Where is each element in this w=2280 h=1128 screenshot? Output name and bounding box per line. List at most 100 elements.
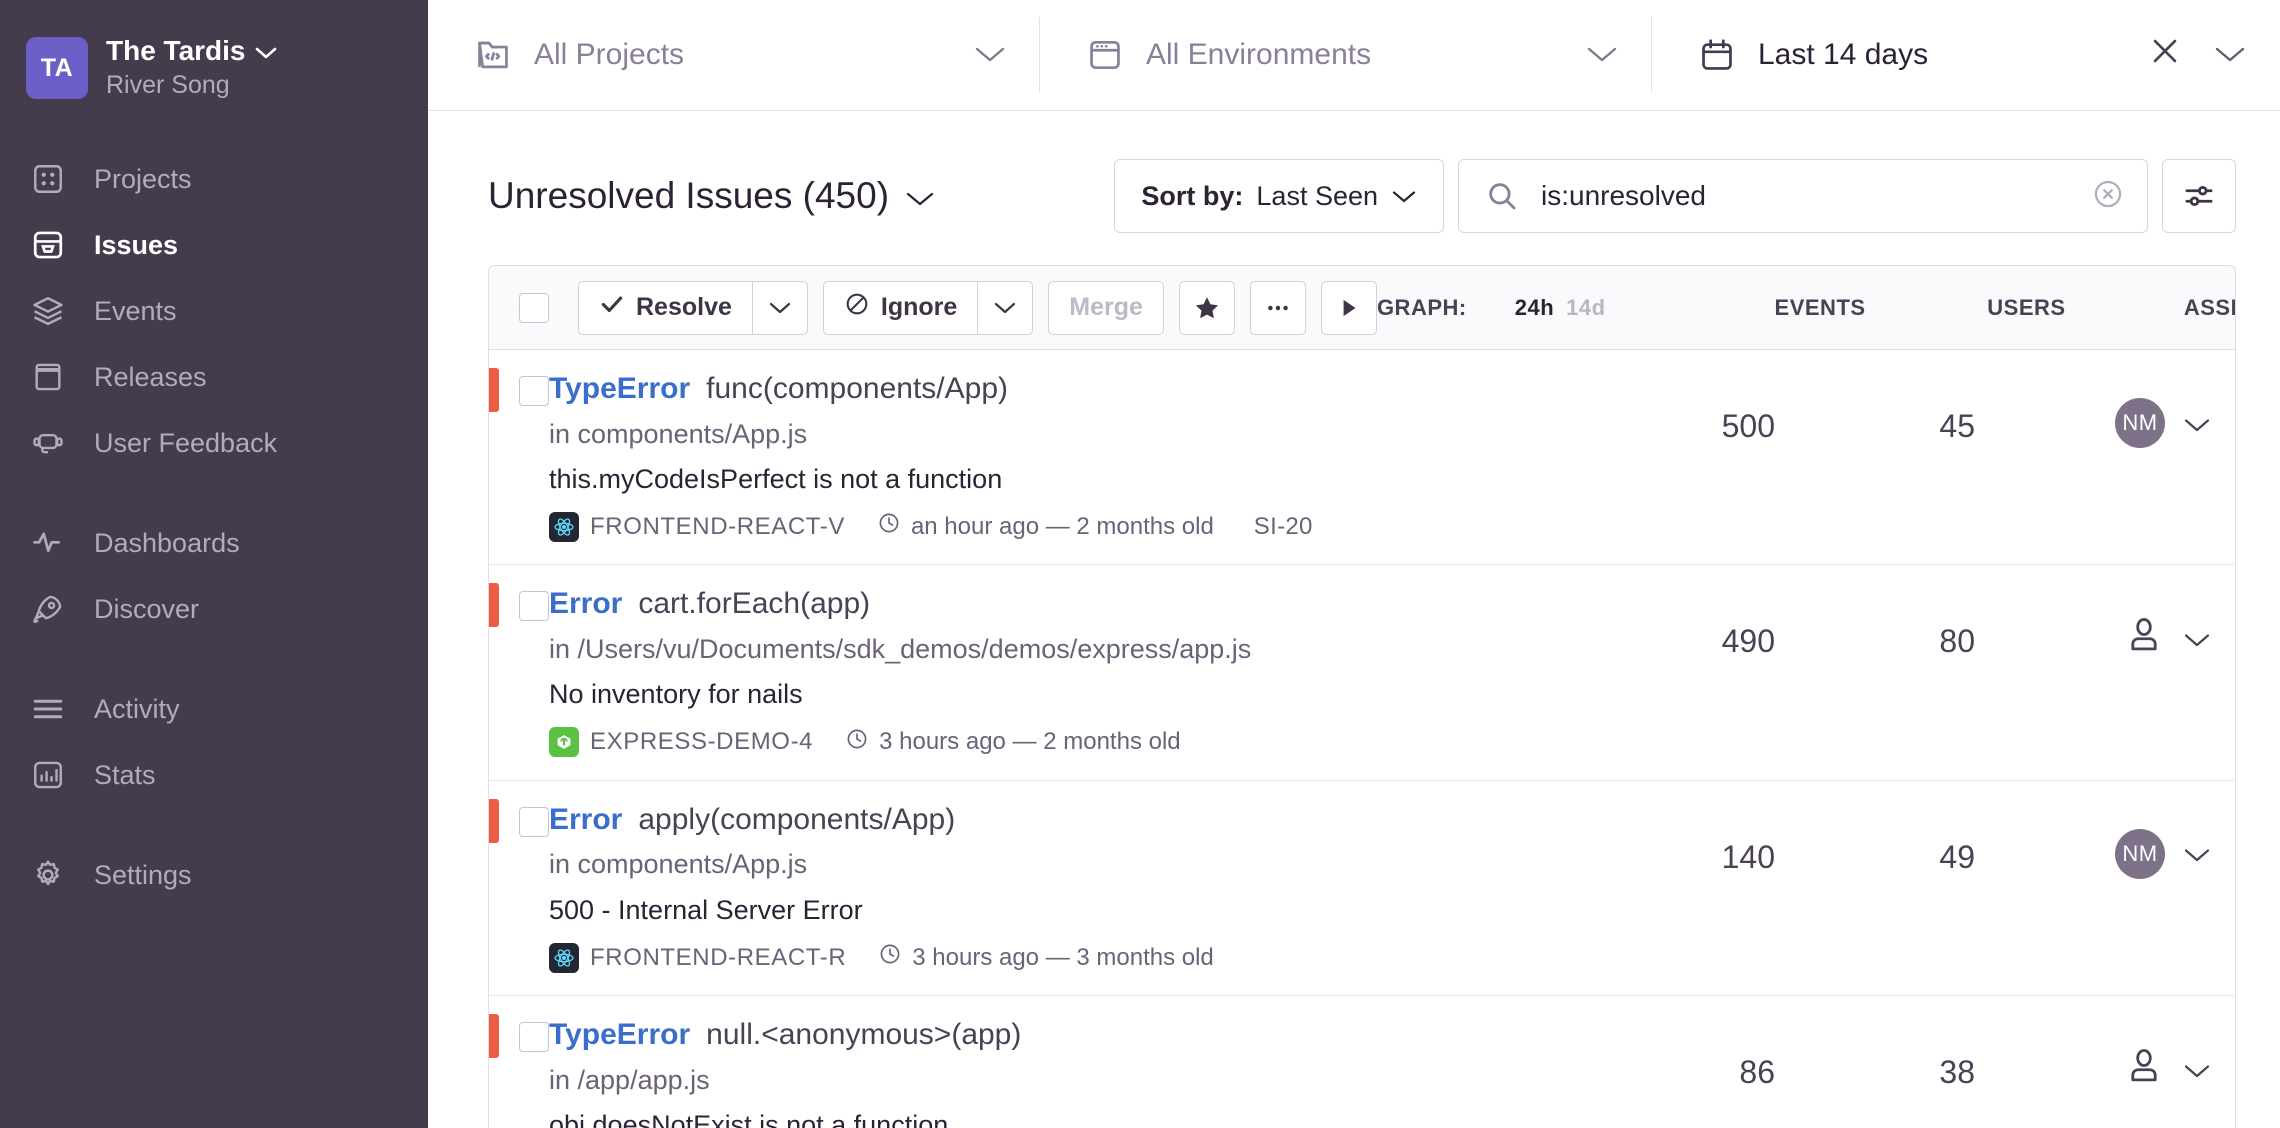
environment-selector-label: All Environments: [1146, 38, 1372, 71]
main-region: All Projects All Environments Last 14 da…: [428, 0, 2280, 1128]
resolve-dropdown-button[interactable]: [751, 280, 808, 335]
graph-label: GRAPH:: [1376, 294, 1467, 320]
issue-title[interactable]: Error cart.forEach(app): [549, 584, 1495, 625]
sidebar-item-discover[interactable]: Discover: [0, 576, 428, 642]
issue-users-count[interactable]: 45: [1775, 350, 1975, 445]
table-row[interactable]: Error cart.forEach(app) in /Users/vu/Doc…: [489, 565, 2235, 781]
avatar: NM: [2115, 398, 2165, 448]
chevron-down-icon[interactable]: [2183, 835, 2211, 872]
chevron-down-icon[interactable]: [2183, 1051, 2211, 1088]
issue-assignee[interactable]: NM: [1975, 781, 2235, 879]
table-row[interactable]: TypeError func(components/App) in compon…: [489, 350, 2235, 566]
search-input[interactable]: [1541, 180, 2069, 212]
sidebar-item-settings[interactable]: Settings: [0, 842, 428, 908]
project-badge[interactable]: FRONTEND-REACT-R: [549, 942, 846, 973]
chevron-down-icon[interactable]: [2214, 38, 2246, 72]
issue-message: No inventory for nails: [549, 679, 803, 710]
row-checkbox[interactable]: [519, 806, 549, 837]
resolve-button[interactable]: Resolve: [578, 280, 752, 335]
clear-date-icon[interactable]: [2148, 34, 2182, 76]
chevron-down-icon[interactable]: [2183, 405, 2211, 442]
date-range-selector[interactable]: Last 14 days: [1652, 0, 2280, 110]
issue-users-count[interactable]: 38: [1775, 996, 1975, 1091]
issue-events-count[interactable]: 140: [1515, 781, 1775, 876]
chevron-down-icon[interactable]: [255, 35, 277, 67]
issue-type[interactable]: Error: [549, 800, 622, 841]
issue-users-count[interactable]: 49: [1775, 781, 1975, 876]
sidebar-item-dashboards[interactable]: Dashboards: [0, 510, 428, 576]
sort-by-dropdown[interactable]: Sort by: Last Seen: [1114, 159, 1444, 233]
issue-title[interactable]: TypeError func(components/App): [549, 369, 1495, 410]
node-icon: [549, 727, 579, 758]
chevron-down-icon[interactable]: [1391, 181, 1417, 212]
search-bar[interactable]: [1458, 159, 2148, 233]
search-settings-button[interactable]: [2162, 159, 2236, 233]
sidebar-item-stats[interactable]: Stats: [0, 742, 428, 808]
sidebar-item-issues[interactable]: Issues: [0, 212, 428, 278]
row-checkbox[interactable]: [519, 1022, 549, 1053]
org-text: The Tardis River Song: [106, 35, 277, 102]
nav-divider-1: [0, 476, 428, 510]
clear-search-icon[interactable]: [2091, 177, 2125, 216]
sidebar-item-releases[interactable]: Releases: [0, 344, 428, 410]
ignore-dropdown-button[interactable]: [977, 280, 1034, 335]
ignore-button[interactable]: Ignore: [822, 280, 978, 335]
issue-time-text: an hour ago — 2 months old: [910, 512, 1214, 540]
page-title-text: Unresolved Issues (450): [488, 175, 890, 216]
page-title[interactable]: Unresolved Issues (450): [488, 175, 935, 217]
org-switcher[interactable]: TA The Tardis River Song: [0, 22, 428, 108]
issue-assignee[interactable]: [1975, 565, 2235, 663]
row-checkbox[interactable]: [519, 376, 549, 406]
project-selector[interactable]: All Projects: [428, 0, 1040, 110]
issue-assignee[interactable]: NM: [1975, 350, 2235, 448]
issue-type[interactable]: TypeError: [549, 369, 690, 410]
graph-period-14d[interactable]: 14d: [1566, 295, 1605, 321]
sidebar-item-label: Events: [94, 295, 177, 326]
column-header-events: EVENTS: [1774, 294, 1866, 320]
table-row[interactable]: TypeError null.<anonymous>(app) in /app/…: [489, 996, 2235, 1128]
issue-events-count[interactable]: 490: [1515, 565, 1775, 660]
chevron-down-icon[interactable]: [1586, 38, 1618, 72]
realtime-play-button[interactable]: [1320, 280, 1377, 335]
chevron-down-icon[interactable]: [905, 175, 935, 217]
sidebar-item-projects[interactable]: Projects: [0, 146, 428, 212]
bookmark-button[interactable]: [1178, 280, 1235, 335]
issue-title[interactable]: TypeError null.<anonymous>(app): [549, 1015, 1495, 1056]
table-row[interactable]: Error apply(components/App) in component…: [489, 780, 2235, 997]
issue-users-count[interactable]: 80: [1775, 565, 1975, 660]
list-icon: [26, 687, 70, 731]
chevron-down-icon[interactable]: [974, 38, 1006, 72]
environment-selector[interactable]: All Environments: [1040, 0, 1652, 110]
issue-type[interactable]: TypeError: [549, 1015, 690, 1056]
nav-group-settings: Settings: [0, 842, 428, 908]
org-name-row: The Tardis: [106, 35, 277, 67]
error-level-indicator: [489, 1014, 499, 1059]
issue-title[interactable]: Error apply(components/App): [549, 800, 1495, 841]
project-badge[interactable]: FRONTEND-REACT-V: [549, 511, 845, 542]
issues-content: Unresolved Issues (450) Sort by: Last Se…: [428, 111, 2280, 1128]
project-slug: FRONTEND-REACT-V: [590, 512, 845, 540]
issue-assignee[interactable]: [1975, 996, 2235, 1094]
error-level-indicator: [489, 583, 499, 628]
mute-icon: [844, 291, 870, 324]
issue-events-count[interactable]: 500: [1515, 350, 1775, 445]
issue-timestamp: an hour ago — 2 months old: [877, 511, 1214, 542]
row-checkbox[interactable]: [519, 591, 549, 622]
sidebar-item-events[interactable]: Events: [0, 278, 428, 344]
more-actions-button[interactable]: [1249, 280, 1306, 335]
date-range-label: Last 14 days: [1758, 38, 1929, 71]
pulse-icon: [26, 521, 70, 565]
chevron-down-icon[interactable]: [2183, 620, 2211, 657]
issues-icon: [26, 223, 70, 267]
graph-period-24h[interactable]: 24h: [1515, 295, 1554, 321]
issue-location: in /app/app.js: [549, 1064, 710, 1095]
select-all-checkbox[interactable]: [519, 292, 549, 323]
sidebar-item-activity[interactable]: Activity: [0, 676, 428, 742]
sidebar-item-user-feedback[interactable]: User Feedback: [0, 410, 428, 476]
support-icon: [26, 421, 70, 465]
issue-type[interactable]: Error: [549, 584, 622, 625]
nav-divider-3: [0, 808, 428, 842]
bulk-actions: Resolve Ignore Merge: [578, 280, 1377, 335]
project-badge[interactable]: EXPRESS-DEMO-4: [549, 727, 813, 758]
issue-events-count[interactable]: 86: [1515, 996, 1775, 1091]
